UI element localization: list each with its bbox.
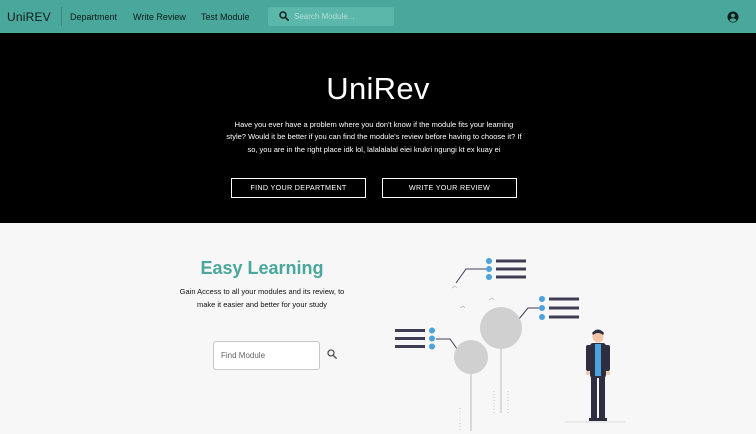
nav-search-box[interactable]: [268, 7, 394, 26]
nav-divider: [61, 7, 62, 26]
list-icon: [539, 296, 579, 320]
find-department-button[interactable]: FIND YOUR DEPARTMENT: [231, 178, 366, 198]
search-icon: [279, 11, 289, 21]
feature-title: Easy Learning: [200, 258, 324, 278]
brand-logo[interactable]: UniREV: [7, 10, 51, 24]
account-circle-icon[interactable]: [727, 11, 739, 23]
feature-section: Easy Learning Gain Access to all your mo…: [0, 223, 756, 434]
nav-link-department[interactable]: Department: [70, 12, 117, 22]
hero-section: UniRev Have you ever have a problem wher…: [0, 33, 756, 223]
person-illustration: [565, 329, 625, 423]
nav-search-input[interactable]: [294, 9, 390, 24]
hero-title: UniRev: [326, 71, 430, 106]
find-module-input[interactable]: [213, 341, 320, 370]
learning-illustration: [395, 258, 625, 431]
hero-description: Have you ever have a problem where you d…: [226, 120, 522, 154]
feature-description: Gain Access to all your modules and its …: [179, 287, 345, 309]
list-icon: [486, 258, 526, 280]
nav-link-test-module[interactable]: Test Module: [201, 12, 250, 22]
nav-link-write-review[interactable]: Write Review: [133, 12, 186, 22]
navbar: UniREV Department Write Review Test Modu…: [0, 0, 756, 33]
search-icon[interactable]: [327, 349, 337, 359]
list-icon: [395, 327, 435, 350]
tree-illustration: [454, 340, 488, 431]
write-review-button[interactable]: WRITE YOUR REVIEW: [382, 178, 517, 198]
